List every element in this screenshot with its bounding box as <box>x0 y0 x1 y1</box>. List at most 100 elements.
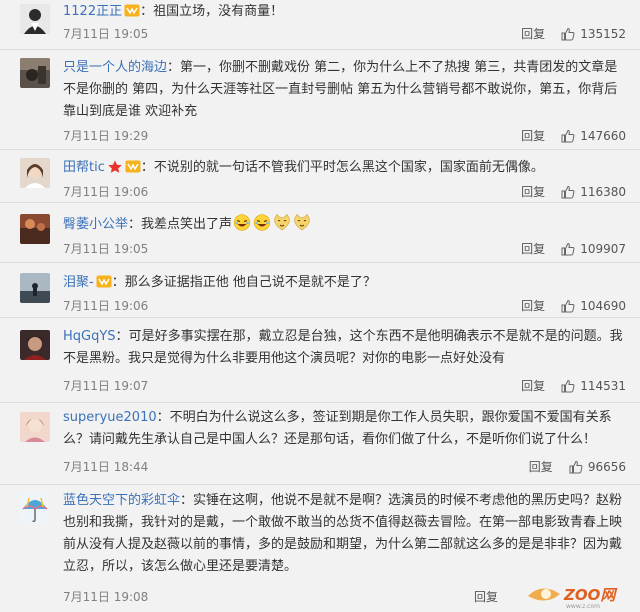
comment-list: 1122正正 ：祖国立场，没有商量！ 7月11日 19:05 回复 135152 … <box>0 0 640 612</box>
comment-actions: 回复 <box>474 589 514 605</box>
like-count: 114531 <box>580 379 626 393</box>
comment-item: HqGqYS：可是好多事实摆在那，戴立忍是台独，这个东西不是他明确表示不是就不是… <box>0 318 640 403</box>
star-badge-icon <box>107 160 123 173</box>
comment-separator: ： <box>140 160 154 175</box>
avatar[interactable] <box>20 273 50 303</box>
like-count: 116380 <box>580 185 626 199</box>
comment-text-block: 臀萎小公举：我差点笑出了声 <box>63 214 623 236</box>
avatar[interactable] <box>20 412 50 442</box>
comment-time: 7月11日 18:44 <box>63 460 149 474</box>
svg-text:www.z.com: www.z.com <box>566 603 600 610</box>
comment-time: 7月11日 19:08 <box>63 590 149 604</box>
comment-item: superyue2010：不明白为什么说这么多，签证到期是你工作人员失职，跟你爱… <box>0 403 640 485</box>
avatar[interactable] <box>20 493 50 523</box>
comment-separator: ： <box>111 275 125 290</box>
vip-badge-icon <box>96 275 112 288</box>
thumbs-up-icon <box>561 129 575 143</box>
comment-separator: ： <box>180 493 194 508</box>
avatar[interactable] <box>20 214 50 244</box>
comment-username[interactable]: 只是一个人的海边 <box>63 60 167 75</box>
comment-content: 我差点笑出了声 <box>141 217 233 232</box>
comment-actions: 回复 109907 <box>521 241 626 257</box>
comment-text-block: 田帮tic ：不说别的就一句话不管我们平时怎么黑这个国家，国家面前无偶像。 <box>63 157 623 179</box>
like-button[interactable]: 116380 <box>561 184 626 200</box>
avatar[interactable] <box>20 4 50 34</box>
comment-separator: ： <box>156 410 170 425</box>
reply-button[interactable]: 回复 <box>529 459 553 475</box>
comment-item: 田帮tic ：不说别的就一句话不管我们平时怎么黑这个国家，国家面前无偶像。 7月1… <box>0 150 640 203</box>
comment-text-block: 蓝色天空下的彩虹伞：实锤在这啊，他说不是就不是啊？选演员的时候不考虑他的黑历史吗… <box>63 490 623 578</box>
comment-content: 祖国立场，没有商量！ <box>153 4 284 19</box>
comment-item: 1122正正 ：祖国立场，没有商量！ 7月11日 19:05 回复 135152 <box>0 0 640 50</box>
reply-button[interactable]: 回复 <box>521 298 545 314</box>
like-button[interactable]: 135152 <box>561 26 626 42</box>
comment-username[interactable]: 臀萎小公举 <box>63 217 128 232</box>
comment-username[interactable]: 泪聚- <box>63 275 94 290</box>
comment-time: 7月11日 19:05 <box>63 242 149 256</box>
like-button[interactable]: 104690 <box>561 298 626 314</box>
thumbs-up-icon <box>561 299 575 313</box>
comment-separator: ： <box>167 60 181 75</box>
reply-button[interactable]: 回复 <box>521 128 545 144</box>
comment-content: 不说别的就一句话不管我们平时怎么黑这个国家，国家面前无偶像。 <box>153 160 544 175</box>
comment-actions: 回复 96656 <box>529 459 626 475</box>
thumbs-up-icon <box>561 242 575 256</box>
comment-time: 7月11日 19:05 <box>63 27 149 41</box>
avatar[interactable] <box>20 158 50 188</box>
thumbs-up-icon <box>561 27 575 41</box>
comment-time: 7月11日 19:06 <box>63 185 149 199</box>
like-button[interactable]: 96656 <box>569 459 626 475</box>
avatar[interactable] <box>20 330 50 360</box>
comment-time: 7月11日 19:06 <box>63 299 149 313</box>
comment-item: 只是一个人的海边：第一，你删不删戴戏份 第二，你为什么上不了热搜 第三，共青团发… <box>0 50 640 150</box>
like-count: 135152 <box>580 27 626 41</box>
comment-text-block: HqGqYS：可是好多事实摆在那，戴立忍是台独，这个东西不是他明确表示不是就不是… <box>63 326 623 370</box>
like-button[interactable]: 147660 <box>561 128 626 144</box>
thumbs-up-icon <box>569 460 583 474</box>
reply-button[interactable]: 回复 <box>521 184 545 200</box>
laughing-emoji-icon <box>252 214 272 231</box>
vip-badge-icon <box>124 4 140 17</box>
comment-actions: 回复 147660 <box>521 128 626 144</box>
comment-username[interactable]: 田帮tic <box>63 160 105 175</box>
reply-button[interactable]: 回复 <box>521 26 545 42</box>
comment-time: 7月11日 19:29 <box>63 129 149 143</box>
comment-actions: 回复 135152 <box>521 26 626 42</box>
comment-text-block: superyue2010：不明白为什么说这么多，签证到期是你工作人员失职，跟你爱… <box>63 407 623 451</box>
comment-separator: ： <box>140 4 154 19</box>
comment-text-block: 1122正正 ：祖国立场，没有商量！ <box>63 1 623 23</box>
reply-button[interactable]: 回复 <box>521 241 545 257</box>
comment-username[interactable]: 蓝色天空下的彩虹伞 <box>63 493 180 508</box>
like-button[interactable]: 114531 <box>561 378 626 394</box>
comment-time: 7月11日 19:07 <box>63 379 149 393</box>
reply-button[interactable]: 回复 <box>521 378 545 394</box>
comment-username[interactable]: superyue2010 <box>63 410 157 425</box>
comment-username[interactable]: 1122正正 <box>63 4 122 19</box>
comment-actions: 回复 116380 <box>521 184 626 200</box>
svg-text:ZOO网: ZOO网 <box>563 586 618 604</box>
vip-badge-icon <box>125 160 141 173</box>
comment-actions: 回复 104690 <box>521 298 626 314</box>
like-count: 96656 <box>587 460 626 474</box>
laughing-emoji-icon <box>232 214 252 231</box>
thumbs-up-icon <box>561 379 575 393</box>
comment-separator: ： <box>128 217 142 232</box>
like-count: 104690 <box>580 299 626 313</box>
like-count: 109907 <box>580 242 626 256</box>
site-watermark-logo: ZOO网 www.z.com <box>526 580 636 610</box>
avatar[interactable] <box>20 58 50 88</box>
comment-actions: 回复 114531 <box>521 378 626 394</box>
like-button[interactable]: 109907 <box>561 241 626 257</box>
comment-item: 臀萎小公举：我差点笑出了声 7月11日 19:05 回复 109907 <box>0 203 640 263</box>
cat-emoji-icon <box>272 214 292 231</box>
comment-item: 泪聚- ：那么多证据指正他 他自己说不是就不是了？ 7月11日 19:06 回复 … <box>0 263 640 318</box>
comment-separator: ： <box>115 329 129 344</box>
comment-text-block: 只是一个人的海边：第一，你删不删戴戏份 第二，你为什么上不了热搜 第三，共青团发… <box>63 57 623 123</box>
comment-content: 那么多证据指正他 他自己说不是就不是了？ <box>124 275 376 290</box>
cat-emoji-icon <box>292 214 312 231</box>
thumbs-up-icon <box>561 185 575 199</box>
reply-button[interactable]: 回复 <box>474 589 498 605</box>
comment-content: 可是好多事实摆在那，戴立忍是台独，这个东西不是他明确表示不是就不是的问题。我不是… <box>63 329 623 366</box>
like-count: 147660 <box>580 129 626 143</box>
comment-username[interactable]: HqGqYS <box>63 329 116 344</box>
